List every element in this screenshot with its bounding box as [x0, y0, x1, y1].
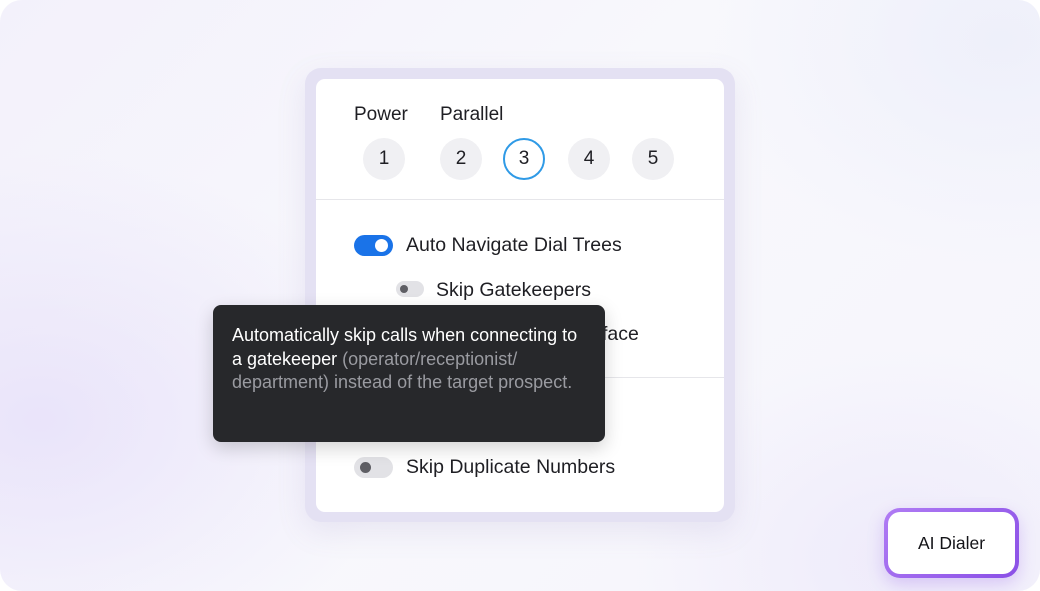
auto-navigate-label: Auto Navigate Dial Trees — [406, 234, 622, 256]
ai-dialer-badge: AI Dialer — [884, 508, 1019, 578]
line-count-option-1[interactable]: 1 — [363, 138, 405, 180]
line-count-option-2[interactable]: 2 — [440, 138, 482, 180]
toggle-knob — [400, 285, 408, 293]
ai-dialer-label: AI Dialer — [888, 512, 1015, 574]
line-count-option-4[interactable]: 4 — [568, 138, 610, 180]
skip-duplicates-label: Skip Duplicate Numbers — [406, 456, 616, 478]
toggle-knob — [360, 462, 371, 473]
skip-gatekeepers-toggle[interactable] — [396, 281, 424, 297]
auto-navigate-toggle[interactable] — [354, 235, 393, 256]
toggle-knob — [375, 239, 388, 252]
line-count-option-3[interactable]: 3 — [503, 138, 545, 180]
skip-gatekeepers-label: Skip Gatekeepers — [436, 279, 592, 301]
skip-duplicates-toggle[interactable] — [354, 457, 393, 478]
hidden-setting-label-fragment: face — [602, 323, 639, 345]
line-count-option-5[interactable]: 5 — [632, 138, 674, 180]
skip-gatekeepers-tooltip: Automatically skip calls when connecting… — [213, 305, 605, 442]
power-mode-label: Power — [354, 104, 408, 125]
parallel-mode-label: Parallel — [440, 104, 504, 125]
section-divider — [316, 199, 724, 200]
